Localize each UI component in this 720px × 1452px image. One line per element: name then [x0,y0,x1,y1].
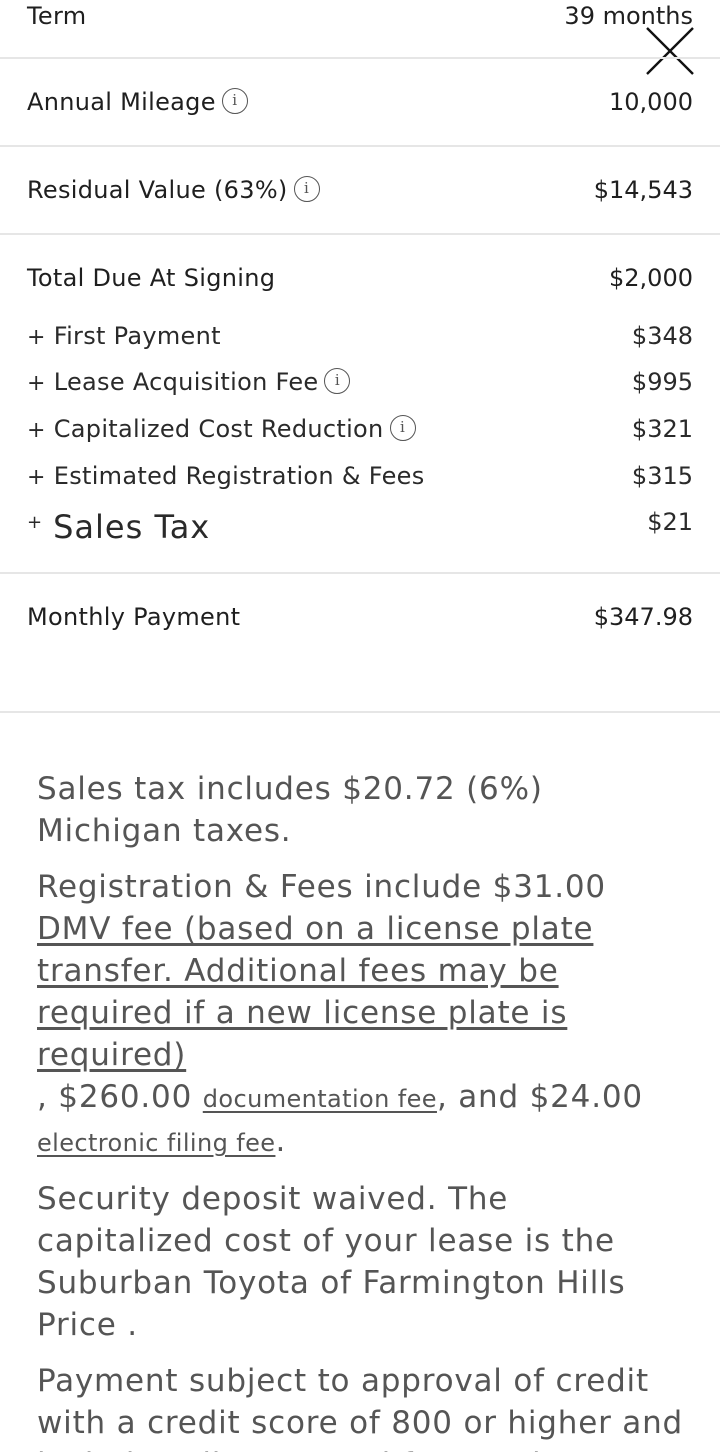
monthly-payment-value: $347.98 [593,603,693,631]
divider [0,711,720,713]
sales-tax-note: Sales tax includes $20.72 (6%) Michigan … [37,771,543,849]
registration-fees-value: $315 [631,462,693,490]
plus-sign: + [27,512,44,533]
close-icon[interactable] [645,26,695,76]
annual-mileage-label: Annual Mileage i [27,88,248,116]
divider [0,572,720,574]
info-icon[interactable]: i [324,368,351,394]
term-label: Term [27,2,87,30]
acquisition-fee-value: $995 [631,368,693,396]
residual-value-amount: $14,543 [593,176,693,204]
cap-cost-reduction-text: Capitalized Cost Reduction [53,415,384,443]
sales-tax-label: + Sales Tax [27,508,210,546]
credit-approval-note: Payment subject to approval of credit wi… [37,1363,684,1452]
electronic-filing-fee-amount: , and $24.00 [436,1079,643,1115]
total-due-value: $2,000 [609,264,693,292]
plus-sign: + [27,418,46,443]
annual-mileage-text: Annual Mileage [27,88,216,116]
sales-tax-value: $21 [647,508,693,536]
divider [0,233,720,235]
total-due-label: Total Due At Signing [27,264,276,292]
plus-sign: + [27,325,46,350]
acquisition-fee-text: Lease Acquisition Fee [53,368,319,396]
plus-sign: + [27,465,46,490]
documentation-fee-amount: , $260.00 [37,1079,193,1115]
security-deposit-note: Security deposit waived. The capitalized… [37,1181,626,1343]
first-payment-text: First Payment [53,322,221,350]
first-payment-label: + First Payment [27,322,221,350]
divider [0,145,720,147]
registration-fees-label: + Estimated Registration & Fees [27,462,425,490]
registration-fees-note: Registration & Fees include $31.00 DMV f… [37,866,687,1164]
cap-cost-reduction-value: $321 [631,415,693,443]
period: . [275,1123,287,1159]
documentation-fee-link[interactable]: documentation fee [203,1085,437,1113]
monthly-payment-label: Monthly Payment [27,603,241,631]
plus-sign: + [27,371,46,396]
acquisition-fee-label: + Lease Acquisition Fee i [27,368,351,396]
info-icon[interactable]: i [293,176,320,202]
divider [0,57,720,59]
dmv-fee-link[interactable]: DMV fee (based on a license plate transf… [37,911,593,1073]
disclaimer: Sales tax includes $20.72 (6%) Michigan … [37,768,687,1452]
registration-fees-text: Estimated Registration & Fees [53,462,425,490]
residual-value-text: Residual Value (63%) [27,176,288,204]
lease-details-panel: Term 39 months Annual Mileage i 10,000 Re… [0,0,720,1452]
electronic-filing-fee-link[interactable]: electronic filing fee [37,1129,275,1157]
registration-intro: Registration & Fees include $31.00 [37,869,606,905]
annual-mileage-value: 10,000 [609,88,693,116]
info-icon[interactable]: i [221,88,248,114]
first-payment-value: $348 [631,322,693,350]
residual-value-label: Residual Value (63%) i [27,176,320,204]
info-icon[interactable]: i [389,415,416,441]
cap-cost-reduction-label: + Capitalized Cost Reduction i [27,415,416,443]
sales-tax-text: Sales Tax [53,508,211,546]
